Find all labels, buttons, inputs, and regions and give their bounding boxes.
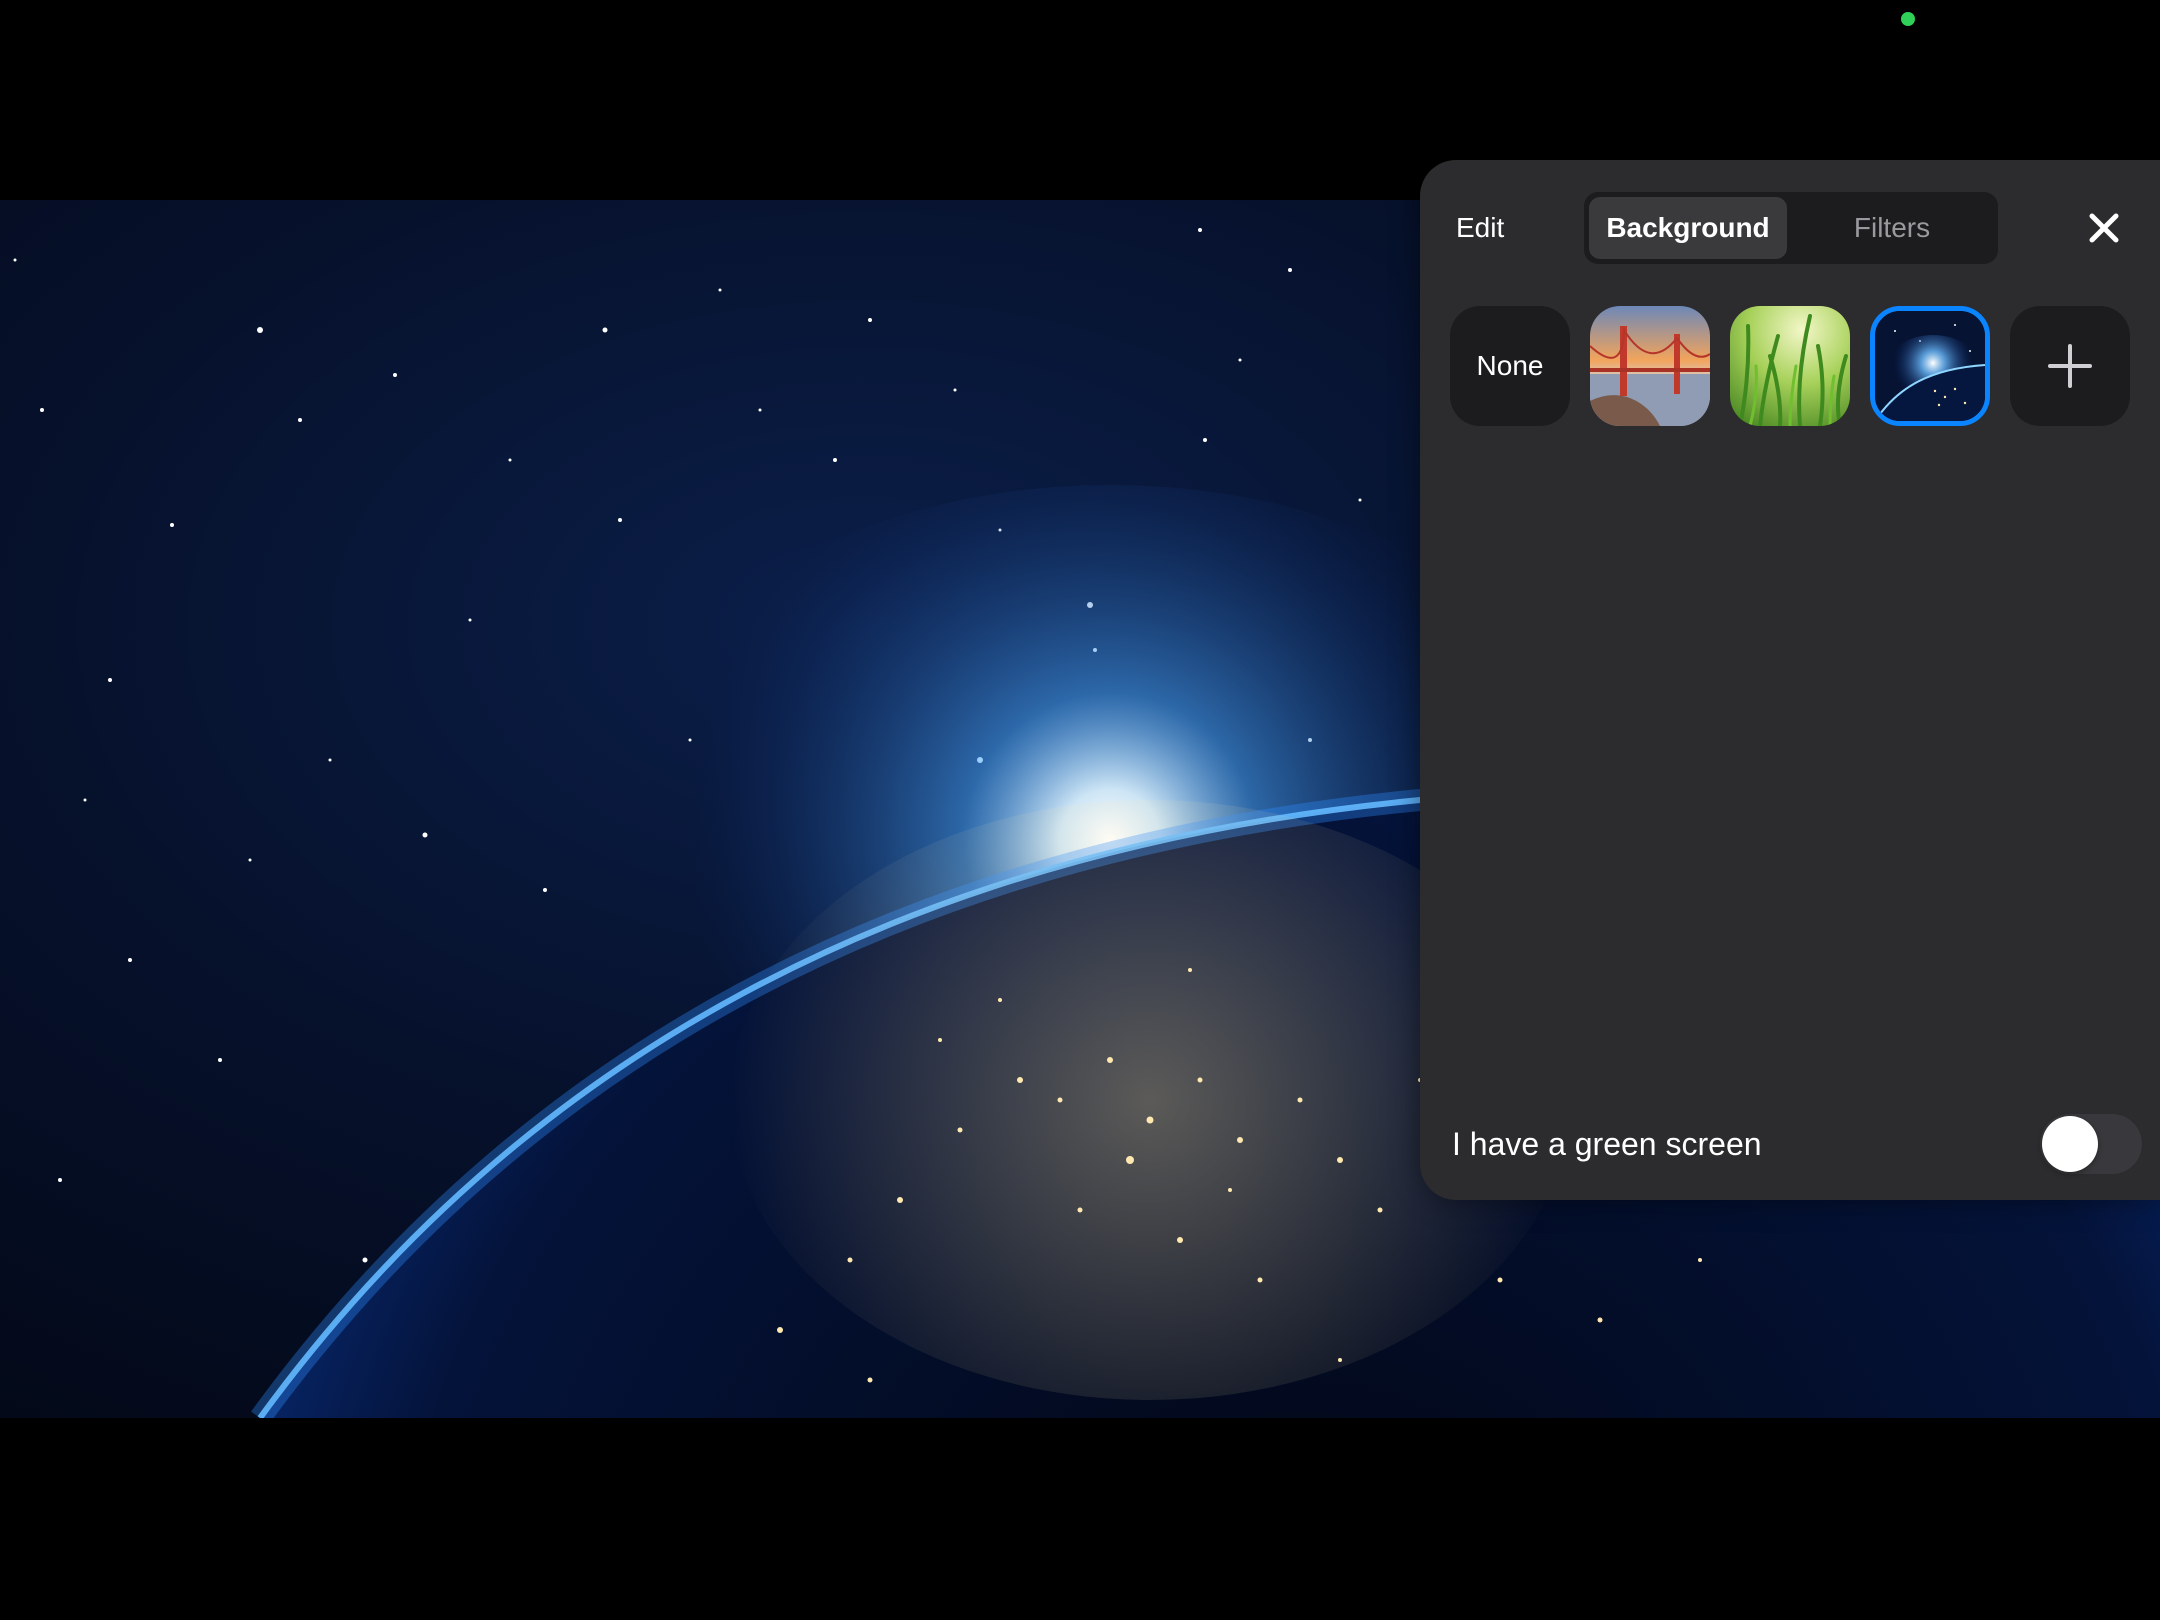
earth-from-space-thumbnail: [1875, 311, 1985, 421]
tab-filters[interactable]: Filters: [1791, 197, 1993, 259]
background-option-none[interactable]: None: [1450, 306, 1570, 426]
toggle-knob: [2042, 1116, 2098, 1172]
plus-icon: [2048, 344, 2092, 388]
camera-indicator-dot: [1901, 12, 1915, 26]
background-option-earth-from-space[interactable]: [1870, 306, 1990, 426]
video-background-screen: Edit Background Filters None I have a gr…: [0, 0, 2160, 1620]
grass-thumbnail: [1730, 306, 1850, 426]
virtual-background-panel: Edit Background Filters None I have a gr…: [1420, 160, 2160, 1200]
green-screen-row: I have a green screen: [1452, 1112, 2142, 1176]
close-icon: [2089, 213, 2119, 243]
edit-button[interactable]: Edit: [1456, 212, 1504, 244]
golden-gate-bridge-thumbnail: [1590, 306, 1710, 426]
green-screen-toggle[interactable]: [2040, 1114, 2142, 1174]
green-screen-label: I have a green screen: [1452, 1126, 1762, 1162]
background-filters-segmented-control: Background Filters: [1584, 192, 1998, 264]
background-option-golden-gate-bridge[interactable]: [1590, 306, 1710, 426]
add-background-button[interactable]: [2010, 306, 2130, 426]
tab-background[interactable]: Background: [1589, 197, 1787, 259]
background-option-grass[interactable]: [1730, 306, 1850, 426]
close-button[interactable]: [2084, 208, 2124, 248]
